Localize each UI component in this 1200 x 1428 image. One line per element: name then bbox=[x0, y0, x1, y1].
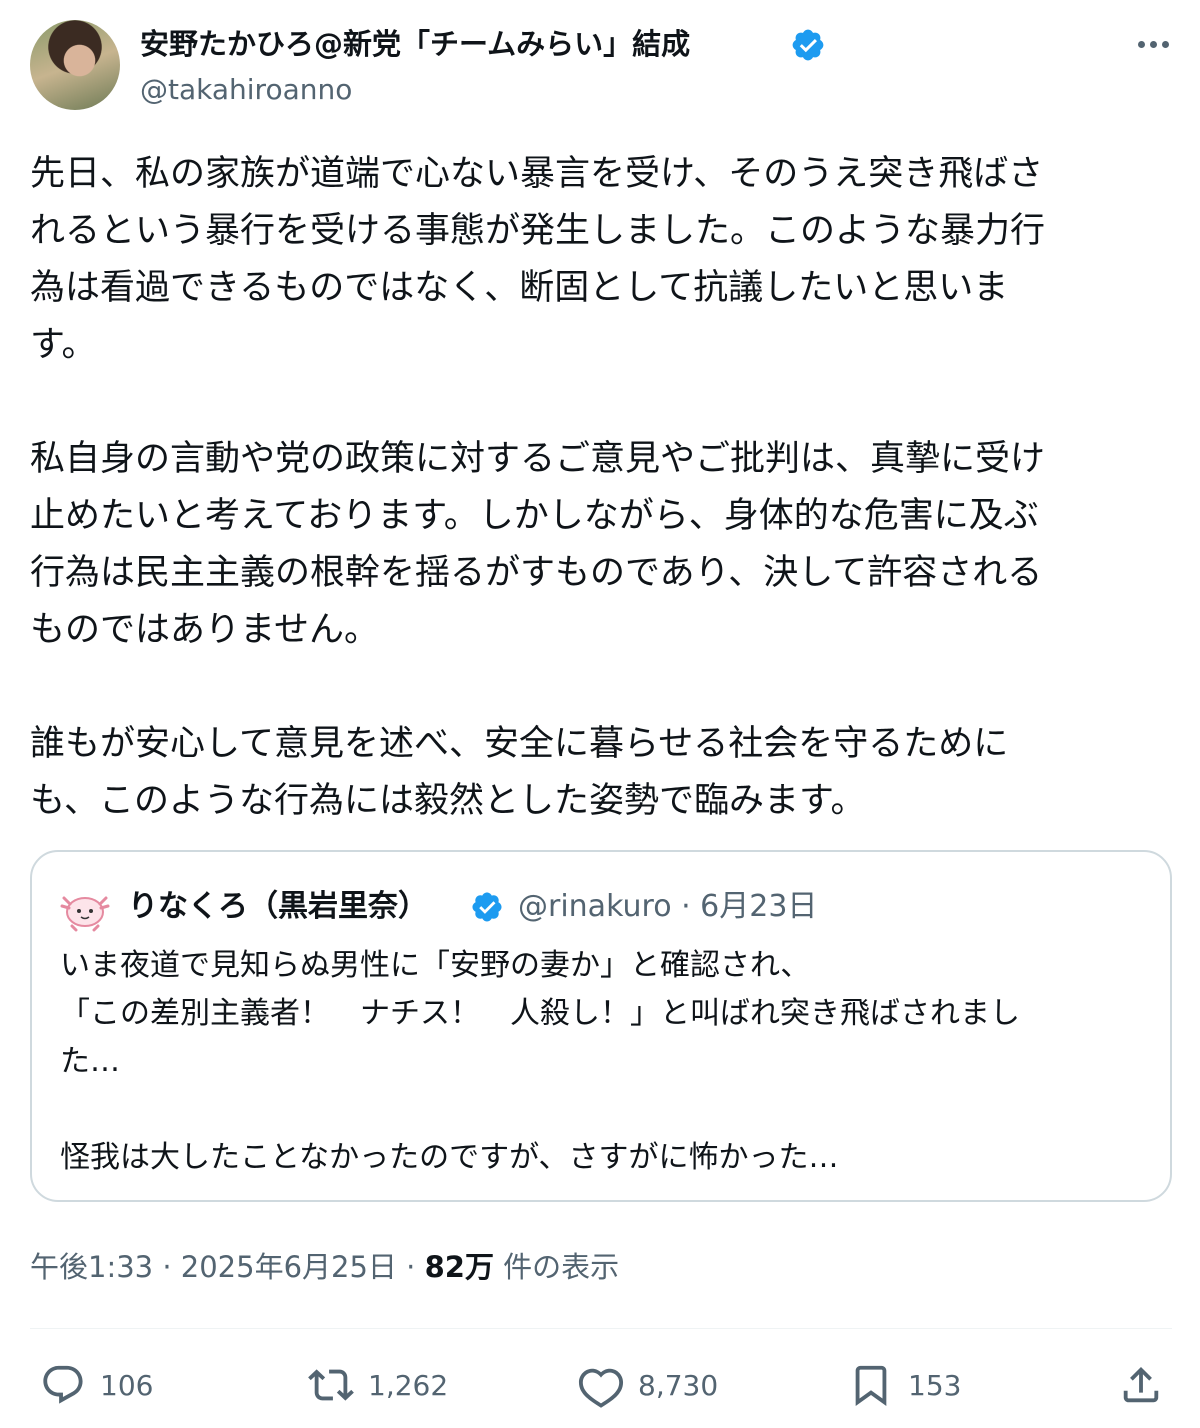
quote-line: いま夜道で見知らぬ男性に「安野の妻か」と確認され、 bbox=[60, 948, 811, 983]
tweet-line: 為は看過できるものではなく、断固として抗議したいと思いま bbox=[30, 268, 1009, 308]
like-button[interactable]: 8,730 bbox=[578, 1358, 718, 1412]
verified-badge-icon bbox=[472, 892, 502, 922]
author-name[interactable]: 安野たかひろ@新党「チームみらい」結成 bbox=[140, 22, 690, 66]
quote-line: 怪我は大したことなかったのですが、さすがに怖かった… bbox=[60, 1140, 839, 1175]
quote-text: いま夜道で見知らぬ男性に「安野の妻か」と確認され、 「この差別主義者！ ナチス！… bbox=[60, 942, 1150, 1182]
tweet-line: 止めたいと考えております。しかしながら、身体的な危害に及ぶ bbox=[30, 496, 1039, 536]
tweet-meta: 午後1:33 · 2025年6月25日 · 82万 件の表示 bbox=[30, 1244, 619, 1290]
repost-icon bbox=[308, 1369, 354, 1401]
quote-line: 「この差別主義者！ ナチス！ 人殺し！」と叫ばれ突き飛ばされまし bbox=[60, 996, 1020, 1031]
tweet-line: 私自身の言動や党の政策に対するご意見やご批判は、真摯に受け bbox=[30, 439, 1046, 479]
view-label: 件の表示 bbox=[493, 1250, 620, 1284]
timestamp[interactable]: 午後1:33 · 2025年6月25日 · bbox=[30, 1250, 425, 1284]
reply-button[interactable]: 106 bbox=[40, 1358, 153, 1412]
tweet-line: 誰もが安心して意見を述べ、安全に暮らせる社会を守るために bbox=[30, 724, 1009, 764]
tweet: 安野たかひろ@新党「チームみらい」結成 @takahiroanno 先日、私の家… bbox=[0, 0, 1200, 1428]
tweet-text: 先日、私の家族が道端で心ない暴言を受け、そのうえ突き飛ばさ れるという暴行を受け… bbox=[30, 146, 1170, 830]
tweet-line: れるという暴行を受ける事態が発生しました。このような暴力行 bbox=[30, 211, 1046, 251]
reply-count: 106 bbox=[100, 1368, 154, 1402]
divider bbox=[30, 1328, 1172, 1329]
tweet-line: 先日、私の家族が道端で心ない暴言を受け、そのうえ突き飛ばさ bbox=[30, 154, 1044, 194]
like-count: 8,730 bbox=[638, 1368, 719, 1402]
bookmark-count: 153 bbox=[908, 1368, 962, 1402]
quote-author-name: りなくろ（黒岩里奈） bbox=[128, 889, 428, 924]
repost-button[interactable]: 1,262 bbox=[308, 1358, 448, 1412]
share-icon bbox=[1123, 1366, 1159, 1403]
tweet-line: ものではありません。 bbox=[30, 610, 379, 650]
bookmark-button[interactable]: 153 bbox=[848, 1358, 961, 1412]
share-button[interactable] bbox=[1118, 1358, 1164, 1412]
quote-line: た… bbox=[60, 1044, 120, 1079]
reply-icon bbox=[43, 1365, 83, 1404]
quote-avatar bbox=[60, 896, 110, 932]
quoted-tweet[interactable]: りなくろ（黒岩里奈） @rinakuro · 6月23日 いま夜道で見知らぬ男性… bbox=[30, 850, 1172, 1202]
more-icon bbox=[1137, 40, 1145, 48]
tweet-line: 行為は民主主義の根幹を揺るがすものであり、決して許容される bbox=[30, 553, 1043, 593]
avatar[interactable] bbox=[30, 20, 120, 110]
view-count: 82万 bbox=[424, 1250, 494, 1284]
quote-meta: @rinakuro · 6月23日 bbox=[518, 889, 818, 924]
repost-count: 1,262 bbox=[368, 1368, 449, 1402]
more-button[interactable] bbox=[1130, 24, 1176, 64]
author-handle[interactable]: @takahiroanno bbox=[140, 70, 352, 110]
bookmark-icon bbox=[855, 1365, 887, 1406]
like-icon bbox=[578, 1368, 624, 1408]
tweet-line: も、このような行為には毅然とした姿勢で臨みます。 bbox=[30, 781, 866, 821]
verified-badge-icon bbox=[792, 29, 824, 61]
tweet-line: す。 bbox=[30, 325, 97, 365]
